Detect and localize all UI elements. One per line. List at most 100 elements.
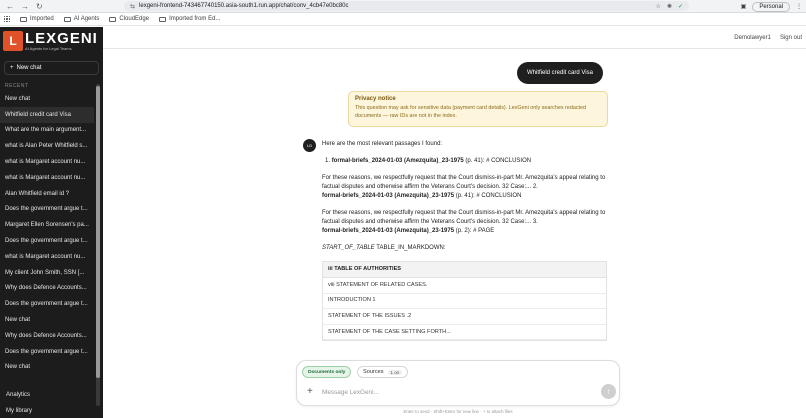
table-marker-rest: TABLE_IN_MARKDOWN: (374, 245, 446, 251)
privacy-body: This question may ask for sensitive data… (355, 105, 587, 119)
reference-citation[interactable]: formal-briefs_2024-01-03 (Amezquita)_23-… (332, 158, 464, 164)
assistant-answer: Here are the most relevant passages I fo… (322, 140, 612, 342)
reference-tail: (p. 41): # CONCLUSION (463, 158, 532, 164)
reference-number: 1. (325, 158, 331, 164)
bookmark-label: CloudEdge (119, 16, 150, 22)
recent-heading: RECENT (5, 83, 29, 89)
sign-out-link[interactable]: Sign out (780, 35, 802, 41)
recent-item[interactable]: New chat (0, 312, 94, 328)
nav-my-library[interactable]: My library (0, 403, 103, 418)
recent-item[interactable]: Does the government argue t... (0, 296, 94, 312)
documents-only-label: Documents only (308, 369, 346, 375)
recent-item-active[interactable]: Whitfield credit card Visa (0, 106, 94, 123)
recent-item[interactable]: Does the government argue t... (0, 202, 94, 218)
profile-label: Personal (759, 3, 783, 10)
folder-icon (63, 16, 71, 22)
sources-badge: 1 on (387, 369, 403, 375)
recent-item[interactable]: Why does Defence Accounts... (0, 281, 94, 297)
composer-hint: Enter to send · Shift+Enter for new line… (403, 409, 513, 414)
privacy-title: Privacy notice (355, 96, 396, 102)
star-icon[interactable]: ☆ (656, 3, 661, 10)
bookmark-item[interactable]: Imported from Ed... (159, 16, 220, 22)
menu-dots-icon[interactable]: ⋮ (796, 3, 802, 10)
recent-item[interactable]: New chat (0, 91, 94, 107)
sources-button[interactable]: Sources 1 on (357, 366, 409, 378)
reference-1: 1. formal-briefs_2024-01-03 (Amezquita)_… (322, 157, 612, 166)
profile-button[interactable]: Personal (752, 1, 790, 12)
main-panel: Demolawyer1 Sign out Whitfield credit ca… (103, 27, 806, 418)
recent-item[interactable]: what is Margaret account nu... (0, 154, 94, 170)
reload-icon[interactable]: ↻ (36, 2, 43, 11)
recent-item[interactable]: Does the government argue t... (0, 233, 94, 249)
arrow-up-icon: ↑ (606, 387, 611, 396)
site-info-icon[interactable]: ⇆ (130, 3, 135, 10)
sources-label: Sources (363, 369, 384, 375)
address-bar[interactable]: ⇆ lexgeni-frontend-743467740150.asia-sou… (124, 1, 689, 11)
url-text: lexgeni-frontend-743467740150.asia-south… (139, 3, 349, 9)
bookmark-item[interactable]: AI Agents (63, 16, 100, 22)
logo-mark-icon: L (3, 31, 23, 51)
browser-nav: ← → ↻ (0, 2, 120, 11)
passage-text: For these reasons, we respectfully reque… (322, 175, 606, 190)
user-message-bubble: Whitfield credit card Visa (517, 62, 603, 84)
attach-plus-icon[interactable]: + (307, 386, 313, 397)
table-marker: START_OF_TABLE TABLE_IN_MARKDOWN: (322, 244, 612, 253)
reference-tail: (p. 41): # CONCLUSION (454, 193, 522, 199)
table-row: INTRODUCTION 1 (323, 294, 606, 310)
recent-item[interactable]: Alan Whitfield email id ? (0, 186, 94, 202)
sidebar: L LEXGENI AI Agents for Legal Teams + Ne… (0, 27, 103, 418)
passage-2: For these reasons, we respectfully reque… (322, 209, 612, 236)
folder-icon (109, 16, 117, 22)
brand-logo[interactable]: L LEXGENI AI Agents for Legal Teams (0, 27, 103, 55)
message-composer: Documents only Sources 1 on + ↑ (296, 360, 620, 406)
sidebar-footer: Analytics My library (0, 387, 103, 418)
recent-item[interactable]: Margaret Ellen Sorensen's pa... (0, 217, 94, 233)
top-bar: Demolawyer1 Sign out (103, 27, 806, 49)
folder-icon (20, 16, 27, 22)
passage-1: For these reasons, we respectfully reque… (322, 174, 612, 201)
table-header: iii TABLE OF AUTHORITIES (323, 262, 606, 278)
message-input[interactable] (322, 385, 572, 399)
table-row: STATEMENT OF THE CASE SETTING FORTH... (323, 325, 606, 341)
shield-icon[interactable]: ✓ (678, 3, 683, 10)
documents-only-toggle[interactable]: Documents only (302, 366, 352, 378)
sidebar-scrollbar-thumb[interactable] (96, 86, 100, 378)
reference-citation[interactable]: formal-briefs_2024-01-03 (Amezquita)_23-… (322, 193, 454, 199)
back-icon[interactable]: ← (6, 2, 14, 11)
nav-analytics[interactable]: Analytics (0, 387, 103, 403)
browser-toolbar: ← → ↻ ⇆ lexgeni-frontend-743467740150.as… (0, 0, 806, 13)
recent-item[interactable]: what is Margaret account nu... (0, 249, 94, 265)
recent-item[interactable]: Why does Defence Accounts... (0, 328, 94, 344)
answer-intro: Here are the most relevant passages I fo… (322, 141, 443, 147)
plus-icon: + (10, 65, 14, 71)
apps-icon[interactable] (4, 16, 10, 22)
recent-item[interactable]: Does the government argue t... (0, 344, 94, 360)
recent-item[interactable]: My client John Smith, SSN [... (0, 265, 94, 281)
folder-icon (159, 16, 167, 22)
bookmark-item[interactable]: Imported (20, 16, 54, 22)
passage-text: For these reasons, we respectfully reque… (322, 210, 606, 225)
user-name[interactable]: Demolawyer1 (734, 35, 771, 41)
recent-list: New chat Whitfield credit card Visa What… (0, 91, 103, 375)
browser-right-controls: ▣ Personal ⋮ (741, 0, 802, 13)
table-row: STATEMENT OF THE ISSUES .2 (323, 309, 606, 325)
authorities-table: iii TABLE OF AUTHORITIES viii STATEMENT … (322, 261, 607, 342)
reference-tail: (p. 2): # PAGE (454, 228, 495, 234)
recent-item[interactable]: What are the main argument... (0, 123, 94, 139)
bookmark-label: AI Agents (73, 16, 100, 22)
brand-name: LEXGENI (25, 30, 98, 47)
user-message-text: Whitfield credit card Visa (527, 70, 593, 76)
table-marker-start: START_OF_TABLE (322, 245, 375, 251)
table-row: viii STATEMENT OF RELATED CASES. (323, 278, 606, 294)
forward-icon[interactable]: → (21, 2, 29, 11)
extension-icon[interactable]: ✺ (667, 3, 672, 10)
send-button[interactable]: ↑ (601, 384, 616, 399)
reference-citation[interactable]: formal-briefs_2024-01-03 (Amezquita)_23-… (322, 228, 454, 234)
recent-item[interactable]: what is Alan Peter Whitfield s... (0, 138, 94, 154)
recent-item[interactable]: New chat (0, 360, 94, 376)
bookmark-item[interactable]: CloudEdge (109, 16, 149, 22)
new-chat-button[interactable]: + New chat (4, 61, 99, 75)
recent-item[interactable]: what is Margaret account nu... (0, 170, 94, 186)
extensions-icon[interactable]: ▣ (741, 3, 747, 10)
bookmarks-bar: Imported AI Agents CloudEdge Imported fr… (0, 13, 806, 26)
